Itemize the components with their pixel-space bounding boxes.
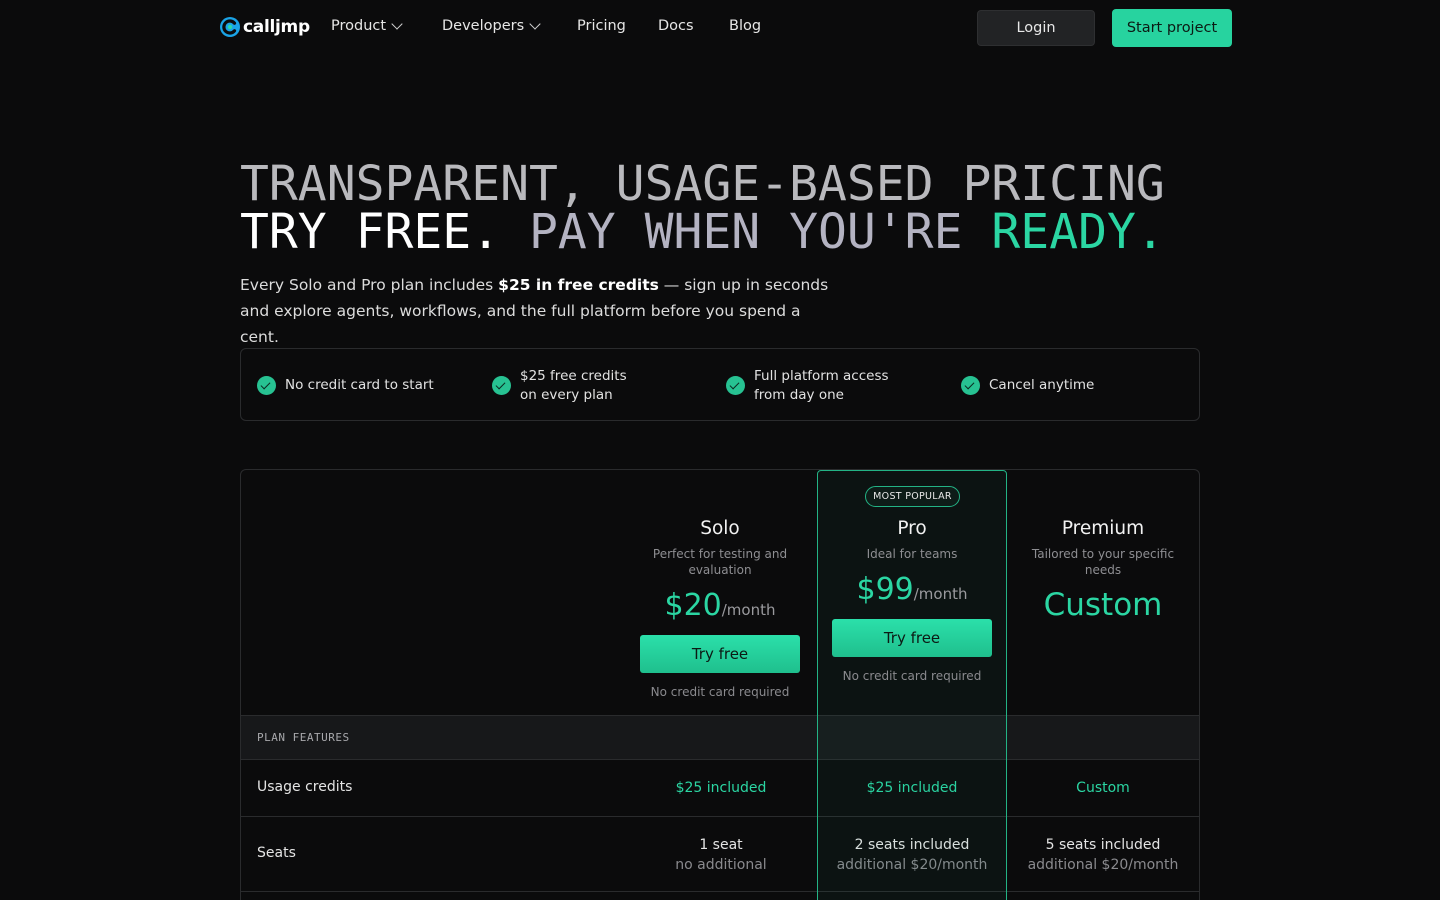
premium-seats: 5 seats included additional $20/month <box>1013 835 1193 875</box>
price-amount: $20 <box>664 588 722 623</box>
feature-free-credits: $25 free credits on every plan <box>492 349 627 422</box>
feature-label-line-2: on every plan <box>520 386 613 403</box>
cell-sub: additional $20/month <box>1027 857 1179 873</box>
nav-pricing-label: Pricing <box>577 18 626 34</box>
nav-blog-label: Blog <box>729 18 762 34</box>
nav-docs[interactable]: Docs <box>658 18 694 34</box>
nav-product-label: Product <box>331 18 387 34</box>
plan-name: Solo <box>700 518 740 539</box>
plan-description: Perfect for testing and evaluation <box>652 547 788 577</box>
logo[interactable]: calljmp <box>219 16 310 38</box>
feature-strip: No credit card to start $25 free credits… <box>240 348 1200 421</box>
feature-cancel-anytime: Cancel anytime <box>961 349 1094 422</box>
check-circle-icon <box>492 376 511 395</box>
check-circle-icon <box>961 376 980 395</box>
check-circle-icon <box>257 376 276 395</box>
calljmp-logo-icon <box>219 16 241 38</box>
row-label: Seats <box>257 845 296 861</box>
feature-label: Cancel anytime <box>989 377 1095 393</box>
hero-title-line-2: TRY FREE. PAY WHEN YOU'RE READY. <box>240 208 1165 256</box>
plan-premium: Premium Tailored to your specific needs … <box>1023 470 1183 623</box>
hero-try-free: TRY FREE. <box>240 204 501 260</box>
row-label: Usage credits <box>257 779 353 795</box>
top-nav: calljmp Product Developers Pricing Docs … <box>0 0 1440 56</box>
premium-usage-credits: Custom <box>1076 780 1130 796</box>
plan-price-custom: Custom <box>1043 587 1163 623</box>
plan-pro: Pro Ideal for teams $99/month Try free N… <box>829 470 995 683</box>
nav-pricing[interactable]: Pricing <box>577 18 626 34</box>
cell-sub: no additional <box>675 857 767 873</box>
feature-label-line-1: $25 free credits <box>520 367 627 384</box>
hero-description: Every Solo and Pro plan includes $25 in … <box>240 272 840 350</box>
plan-price: $20/month <box>637 588 803 623</box>
nav-docs-label: Docs <box>658 18 694 34</box>
pro-try-free-button[interactable]: Try free <box>832 619 992 657</box>
feature-label: Full platform access from day one <box>754 367 889 405</box>
plan-description: Tailored to your specific needs <box>1031 547 1175 577</box>
price-period: /month <box>913 585 968 603</box>
solo-seats: 1 seat no additional <box>631 835 811 875</box>
hero-ready: READY. <box>991 204 1165 260</box>
plan-solo: Solo Perfect for testing and evaluation … <box>637 470 803 699</box>
plan-name: Pro <box>897 518 927 539</box>
plan-price: $99/month <box>829 572 995 607</box>
lede-highlight: $25 in free credits <box>498 276 659 294</box>
cell-main: 5 seats included <box>1045 837 1161 853</box>
login-button[interactable]: Login <box>977 10 1095 46</box>
nav-product[interactable]: Product <box>331 18 403 34</box>
nav-developers-label: Developers <box>442 18 525 34</box>
price-period: /month <box>721 601 776 619</box>
logo-text: calljmp <box>243 17 310 37</box>
no-credit-card-note: No credit card required <box>842 669 982 683</box>
section-label: PLAN FEATURES <box>257 731 350 744</box>
feature-label: No credit card to start <box>285 377 434 393</box>
feature-no-credit-card: No credit card to start <box>257 349 434 422</box>
nav-developers[interactable]: Developers <box>442 18 541 34</box>
cell-main: 1 seat <box>699 837 743 853</box>
pricing-table: PLAN FEATURES Usage credits $25 included… <box>240 469 1200 900</box>
feature-platform-access: Full platform access from day one <box>726 349 889 422</box>
price-amount: $99 <box>856 572 914 607</box>
no-credit-card-note: No credit card required <box>650 685 790 699</box>
hero-pay-when: PAY WHEN YOU'RE <box>529 204 963 260</box>
chevron-down-icon <box>391 18 403 30</box>
table-row-usage-credits: Usage credits $25 included $25 included … <box>241 760 1199 817</box>
solo-usage-credits: $25 included <box>675 780 767 796</box>
plan-description: Ideal for teams <box>866 547 958 561</box>
chevron-down-icon <box>529 18 541 30</box>
table-row-seats: Seats 1 seat no additional 2 seats inclu… <box>241 817 1199 892</box>
lede-text-1: Every Solo and Pro plan includes <box>240 276 499 294</box>
feature-label-line-2: from day one <box>754 386 844 403</box>
solo-try-free-button[interactable]: Try free <box>640 635 800 673</box>
check-circle-icon <box>726 376 745 395</box>
plan-features-header: PLAN FEATURES <box>241 715 1199 760</box>
plan-name: Premium <box>1061 518 1145 539</box>
hero-title-line-1: TRANSPARENT, USAGE-BASED PRICING <box>240 156 1165 212</box>
feature-label: $25 free credits on every plan <box>520 367 627 405</box>
feature-label-line-1: Full platform access <box>754 367 889 384</box>
nav-blog[interactable]: Blog <box>729 18 761 34</box>
start-project-button[interactable]: Start project <box>1112 9 1232 47</box>
